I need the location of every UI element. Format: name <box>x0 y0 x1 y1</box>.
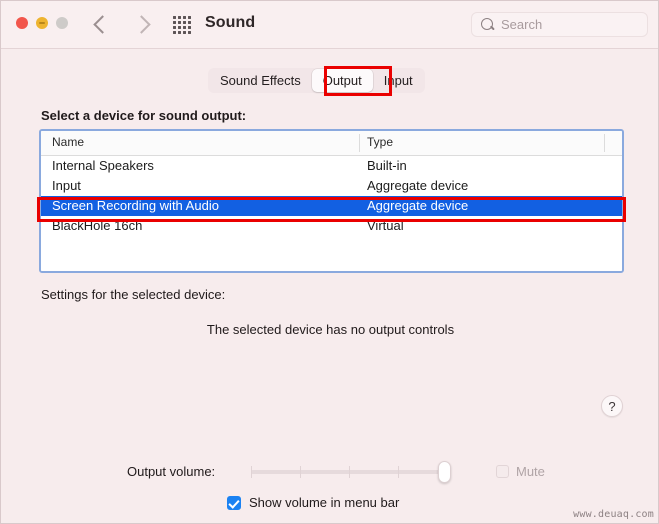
tab-sound-effects[interactable]: Sound Effects <box>209 69 312 92</box>
mute-checkbox[interactable] <box>496 465 509 478</box>
tab-output[interactable]: Output <box>311 69 373 92</box>
zoom-button[interactable] <box>56 17 68 29</box>
tab-input[interactable]: Input <box>373 69 424 92</box>
table-row[interactable]: Input Aggregate device <box>41 176 622 196</box>
forward-button[interactable] <box>132 13 151 34</box>
search-placeholder: Search <box>501 17 543 32</box>
search-field[interactable]: Search <box>471 12 648 37</box>
site-watermark: www.deuaq.com <box>573 509 654 520</box>
device-name: Input <box>52 178 81 193</box>
minimize-button[interactable] <box>36 17 48 29</box>
search-icon <box>481 18 493 30</box>
mute-label: Mute <box>516 464 545 479</box>
device-type: Built-in <box>367 158 407 173</box>
slider-tick <box>300 466 301 478</box>
device-section-label: Select a device for sound output: <box>41 108 247 123</box>
window-toolbar: Sound Search <box>1 1 658 49</box>
slider-tick <box>398 466 399 478</box>
show-volume-in-menu-bar-checkbox[interactable] <box>227 496 241 510</box>
show-all-grid-icon[interactable] <box>173 16 192 35</box>
slider-tick <box>349 466 350 478</box>
settings-section-label: Settings for the selected device: <box>41 287 226 302</box>
chevron-left-icon <box>93 15 112 34</box>
device-table[interactable]: Name Type Internal Speakers Built-in Inp… <box>39 129 624 273</box>
navigation-arrows <box>93 13 151 34</box>
device-table-body: Internal Speakers Built-in Input Aggrega… <box>41 156 622 271</box>
sound-preferences-window: Sound Search Sound Effects Output Input … <box>0 0 659 524</box>
slider-tick <box>251 466 252 478</box>
device-type: Virtual <box>367 218 404 233</box>
table-row-selected[interactable]: Screen Recording with Audio Aggregate de… <box>41 196 622 216</box>
checkmark-icon <box>227 496 240 509</box>
window-title: Sound <box>205 14 256 31</box>
column-divider[interactable] <box>604 134 605 152</box>
help-button[interactable]: ? <box>601 395 623 417</box>
column-header-name[interactable]: Name <box>52 135 84 149</box>
device-type: Aggregate device <box>367 198 469 213</box>
traffic-light-group <box>16 17 68 29</box>
volume-slider-knob[interactable] <box>438 461 451 483</box>
show-volume-in-menu-bar-label: Show volume in menu bar <box>249 495 400 510</box>
back-button[interactable] <box>93 13 112 34</box>
table-row[interactable]: Internal Speakers Built-in <box>41 156 622 176</box>
device-name: BlackHole 16ch <box>52 218 143 233</box>
device-type: Aggregate device <box>367 178 469 193</box>
device-name: Screen Recording with Audio <box>52 198 219 213</box>
chevron-right-icon <box>132 15 151 34</box>
device-table-header: Name Type <box>41 131 622 156</box>
close-button[interactable] <box>16 17 28 29</box>
device-name: Internal Speakers <box>52 158 154 173</box>
column-divider[interactable] <box>359 134 360 152</box>
no-output-controls-message: The selected device has no output contro… <box>206 322 455 337</box>
tab-bar: Sound Effects Output Input <box>208 68 425 93</box>
output-volume-label: Output volume: <box>127 464 216 479</box>
table-row[interactable]: BlackHole 16ch Virtual <box>41 216 622 236</box>
column-header-type[interactable]: Type <box>367 135 393 149</box>
